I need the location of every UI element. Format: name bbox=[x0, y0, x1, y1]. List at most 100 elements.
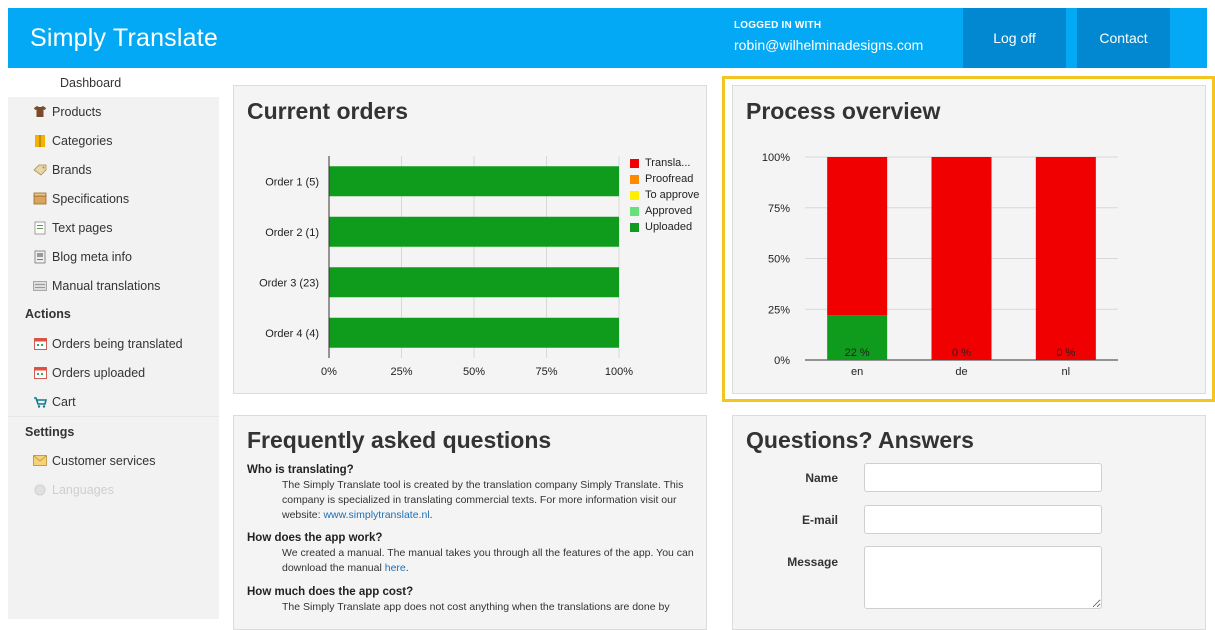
sidebar-item-manual-translations[interactable]: Manual translations bbox=[8, 271, 219, 300]
faq-answer-text: We created a manual. The manual takes yo… bbox=[282, 547, 694, 574]
faq-answer: The Simply Translate app does not cost a… bbox=[282, 600, 702, 615]
sidebar-item-specifications[interactable]: Specifications bbox=[8, 184, 219, 213]
calendar-icon bbox=[32, 337, 48, 351]
bar bbox=[329, 267, 619, 298]
login-info: LOGGED IN WITH robin@wilhelminadesigns.c… bbox=[734, 20, 923, 53]
questions-title: Questions? Answers bbox=[746, 427, 974, 453]
folder-icon bbox=[32, 134, 48, 148]
category-label: Order 3 (23) bbox=[259, 277, 319, 289]
brand-logo[interactable]: Simply Translate bbox=[30, 24, 218, 53]
sidebar-item-orders-uploaded[interactable]: Orders uploaded bbox=[8, 358, 219, 387]
faq-title: Frequently asked questions bbox=[247, 427, 552, 453]
current-orders-panel: Current orders 0% 25% 50% 75% 100% Order 1 (5… bbox=[233, 85, 707, 394]
login-caption: LOGGED IN WITH bbox=[734, 20, 822, 31]
sidebar-item-label: Dashboard bbox=[60, 75, 122, 90]
list-icon bbox=[32, 279, 48, 293]
x-tick-label: 100% bbox=[605, 366, 633, 378]
faq-panel: Frequently asked questions Who is transl… bbox=[233, 415, 707, 630]
legend-swatch bbox=[630, 223, 639, 232]
sidebar-item-label: Orders being translated bbox=[52, 336, 183, 351]
box-icon bbox=[32, 192, 48, 206]
legend-label: Uploaded bbox=[645, 221, 693, 233]
legend-item: Proofread bbox=[630, 173, 705, 185]
tag-icon bbox=[32, 163, 48, 177]
faq-answer: The Simply Translate tool is created by … bbox=[282, 478, 702, 523]
sidebar-item-customer-services[interactable]: Customer services bbox=[8, 446, 219, 475]
sidebar-item-label: Orders uploaded bbox=[52, 365, 146, 380]
name-input[interactable] bbox=[864, 463, 1102, 492]
sidebar-item-label: Text pages bbox=[52, 220, 113, 235]
sidebar-item-label: Blog meta info bbox=[52, 249, 132, 264]
bar bbox=[329, 166, 619, 197]
sidebar-item-categories[interactable]: Categories bbox=[8, 126, 219, 155]
sidebar-item-orders-being-translated[interactable]: Orders being translated bbox=[8, 329, 219, 358]
cart-icon bbox=[32, 395, 48, 409]
blog-icon bbox=[32, 250, 48, 264]
legend-label: To approve bbox=[645, 189, 700, 201]
faq-question: How much does the app cost? bbox=[247, 586, 414, 598]
page-icon bbox=[32, 221, 48, 235]
sidebar: Dashboard Products Categories Brands Spe… bbox=[8, 68, 219, 619]
sidebar-item-brands[interactable]: Brands bbox=[8, 155, 219, 184]
questions-panel: Questions? Answers Name E-mail Message bbox=[732, 415, 1206, 630]
faq-question: How does the app work? bbox=[247, 532, 383, 544]
faq-answer-end: . bbox=[405, 562, 409, 574]
legend-swatch bbox=[630, 191, 639, 200]
calendar-icon bbox=[32, 366, 48, 380]
highlight-frame bbox=[722, 76, 1215, 402]
sidebar-item-label: Specifications bbox=[52, 191, 130, 206]
sidebar-item-label: Categories bbox=[52, 133, 113, 148]
category-label: Order 1 (5) bbox=[265, 176, 319, 188]
email-label: E-mail bbox=[801, 513, 838, 527]
sidebar-item-label: Manual translations bbox=[52, 278, 161, 293]
faq-website-link[interactable]: www.simplytranslate.nl bbox=[323, 509, 429, 521]
legend-item: To approve bbox=[630, 189, 705, 201]
sidebar-item-dashboard[interactable]: Dashboard bbox=[8, 68, 219, 97]
message-label: Message bbox=[787, 555, 838, 569]
x-tick-label: 25% bbox=[390, 366, 412, 378]
faq-manual-link[interactable]: here bbox=[385, 562, 406, 574]
sidebar-item-languages[interactable]: Languages bbox=[8, 475, 219, 504]
sidebar-divider bbox=[8, 416, 219, 417]
sidebar-item-label: Brands bbox=[52, 162, 92, 177]
settings-heading: Settings bbox=[25, 425, 75, 439]
sidebar-item-cart[interactable]: Cart bbox=[8, 387, 219, 416]
sidebar-item-blog-meta-info[interactable]: Blog meta info bbox=[8, 242, 219, 271]
email-input[interactable] bbox=[864, 505, 1102, 534]
faq-answer: We created a manual. The manual takes yo… bbox=[282, 546, 702, 576]
login-email: robin@wilhelminadesigns.com bbox=[734, 37, 924, 53]
bar bbox=[329, 216, 619, 247]
actions-heading: Actions bbox=[25, 307, 71, 321]
current-orders-legend: Transla... Proofread To approve Approved Upl… bbox=[630, 157, 705, 237]
category-label: Order 2 (1) bbox=[265, 227, 319, 239]
mail-icon bbox=[32, 454, 48, 468]
top-bar: Simply Translate LOGGED IN WITH robin@wi… bbox=[8, 8, 1207, 68]
contact-button[interactable]: Contact bbox=[1077, 8, 1170, 68]
current-orders-chart: 0% 25% 50% 75% 100% Order 1 (5) Order 2 (1) Ord… bbox=[259, 156, 633, 378]
sidebar-item-label: Products bbox=[52, 104, 102, 119]
faq-answer-end: . bbox=[429, 509, 433, 521]
legend-swatch bbox=[630, 159, 639, 168]
legend-item: Approved bbox=[630, 205, 705, 217]
message-textarea[interactable] bbox=[864, 546, 1102, 609]
sidebar-item-label: Customer services bbox=[52, 453, 156, 468]
shirt-icon bbox=[32, 105, 48, 119]
log-off-button[interactable]: Log off bbox=[963, 8, 1066, 68]
sidebar-item-label: Cart bbox=[52, 394, 76, 409]
faq-answer-text: The Simply Translate app does not cost a… bbox=[282, 601, 670, 613]
faq-question: Who is translating? bbox=[247, 464, 354, 476]
sidebar-item-products[interactable]: Products bbox=[8, 97, 219, 126]
x-tick-label: 75% bbox=[535, 366, 557, 378]
legend-swatch bbox=[630, 207, 639, 216]
bar bbox=[329, 317, 619, 348]
name-label: Name bbox=[805, 471, 838, 485]
legend-swatch bbox=[630, 175, 639, 184]
x-tick-label: 0% bbox=[321, 366, 337, 378]
legend-label: Transla... bbox=[645, 157, 691, 169]
legend-item: Transla... bbox=[630, 157, 705, 169]
sidebar-item-text-pages[interactable]: Text pages bbox=[8, 213, 219, 242]
legend-item: Uploaded bbox=[630, 221, 705, 233]
globe-icon bbox=[32, 483, 48, 497]
sidebar-item-label: Languages bbox=[52, 482, 114, 497]
legend-label: Proofread bbox=[645, 173, 694, 185]
